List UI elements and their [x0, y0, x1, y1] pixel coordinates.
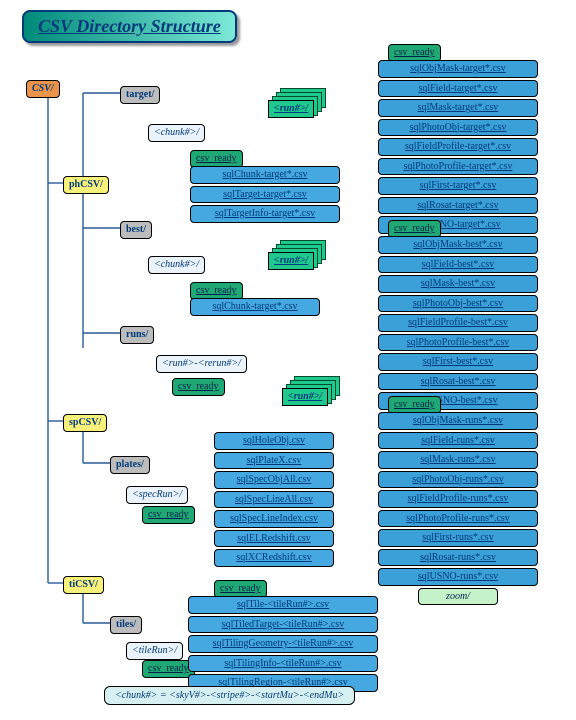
file: sqlUSNO-runs*.csv: [378, 568, 538, 586]
dir-target: target/: [120, 86, 160, 104]
file: sqlMask-best*.csv: [378, 275, 538, 293]
file: sqlFirst-runs*.csv: [378, 529, 538, 547]
file: sqlMask-target*.csv: [378, 99, 538, 117]
sub-chunk-target: <chunk#>/: [148, 124, 205, 142]
file: sqlPlateX.csv: [214, 452, 334, 470]
dir-tiles: tiles/: [110, 616, 142, 634]
file: sqlPhotoProfile-runs*.csv: [378, 510, 538, 528]
file: sqlObjMask-runs*.csv: [378, 412, 538, 430]
file: sqlChunk-target*.csv: [190, 298, 320, 316]
file: sqlFirst-target*.csv: [378, 177, 538, 195]
csv-ready: csv_ready: [388, 44, 441, 62]
csv-ready: csv_ready: [214, 580, 267, 598]
sub-tilerun: <tileRun>/: [126, 642, 183, 660]
file: sqlFieldProfile-runs*.csv: [378, 490, 538, 508]
file: sqlSpecLineAll.csv: [214, 491, 334, 509]
zoom-dir: zoom/: [418, 588, 498, 606]
root-csv: CSV/: [26, 80, 60, 98]
file: sqlELRedshift.csv: [214, 530, 334, 548]
file: sqlXCRedshift.csv: [214, 549, 334, 567]
file: sqlFirst-best*.csv: [378, 353, 538, 371]
file: sqlTargetInfo-target*.csv: [190, 205, 340, 223]
footnote: <chunk#> = <skyV#>-<stripe#>-<startMu>-<…: [104, 686, 355, 705]
file: sqlRosat-runs*.csv: [378, 549, 538, 567]
dir-plates: plates/: [110, 456, 150, 474]
file: sqlField-runs*.csv: [378, 432, 538, 450]
dir-runs: runs/: [120, 326, 154, 344]
sub-run-runs: <run#>/: [282, 388, 328, 406]
sub-rerun: <run#>-<rerun#>/: [156, 355, 247, 373]
file: sqlTilingGeometry-<tileRun#>.csv: [188, 635, 378, 653]
page-title: CSV Directory Structure: [22, 10, 237, 43]
csv-ready: csv_ready: [142, 506, 195, 524]
file: sqlPhotoProfile-target*.csv: [378, 158, 538, 176]
dir-best: best/: [120, 221, 152, 239]
file: sqlTarget-target*.csv: [190, 186, 340, 204]
file: sqlObjMask-best*.csv: [378, 236, 538, 254]
file: sqlFieldProfile-target*.csv: [378, 138, 538, 156]
cat-ticsv: tiCSV/: [63, 576, 104, 594]
sub-run-best: <run#>/: [268, 252, 314, 270]
csv-ready: csv_ready: [172, 378, 225, 396]
file: sqlField-best*.csv: [378, 256, 538, 274]
run-stack-target: <run#>/: [268, 88, 322, 116]
file: sqlTile-<tileRun#>.csv: [188, 596, 378, 614]
csv-ready: csv_ready: [190, 282, 243, 300]
csv-ready: csv_ready: [190, 150, 243, 168]
sub-chunk-best: <chunk#>/: [148, 256, 205, 274]
file: sqlTilingInfo-<tileRun#>.csv: [188, 655, 378, 673]
run-stack-best: <run#>/: [268, 240, 322, 268]
cat-spcsv: spCSV/: [63, 414, 107, 432]
csv-ready: csv_ready: [388, 220, 441, 238]
file: sqlChunk-target*.csv: [190, 166, 340, 184]
file: sqlTiledTarget-<tileRun#>.csv: [188, 616, 378, 634]
cat-phcsv: phCSV/: [63, 176, 109, 194]
file: sqlSpecLineIndex.csv: [214, 510, 334, 528]
file: sqlPhotoObj-best*.csv: [378, 295, 538, 313]
run-stack-runs: <run#>/: [282, 376, 336, 404]
csv-ready: csv_ready: [142, 660, 195, 678]
file: sqlPhotoObj-target*.csv: [378, 119, 538, 137]
file: sqlRosat-target*.csv: [378, 197, 538, 215]
file: sqlFieldProfile-best*.csv: [378, 314, 538, 332]
file: sqlPhotoObj-runs*.csv: [378, 471, 538, 489]
file: sqlMask-runs*.csv: [378, 451, 538, 469]
file: sqlPhotoProfile-best*.csv: [378, 334, 538, 352]
file: sqlField-target*.csv: [378, 80, 538, 98]
file: sqlRosat-best*.csv: [378, 373, 538, 391]
sub-run-target: <run#>/: [268, 100, 314, 118]
sub-specrun: <specRun>/: [126, 486, 188, 504]
file: sqlSpecObjAll.csv: [214, 471, 334, 489]
file: sqlObjMask-target*.csv: [378, 60, 538, 78]
csv-ready: csv_ready: [388, 396, 441, 414]
file: sqlHoleObj.csv: [214, 432, 334, 450]
